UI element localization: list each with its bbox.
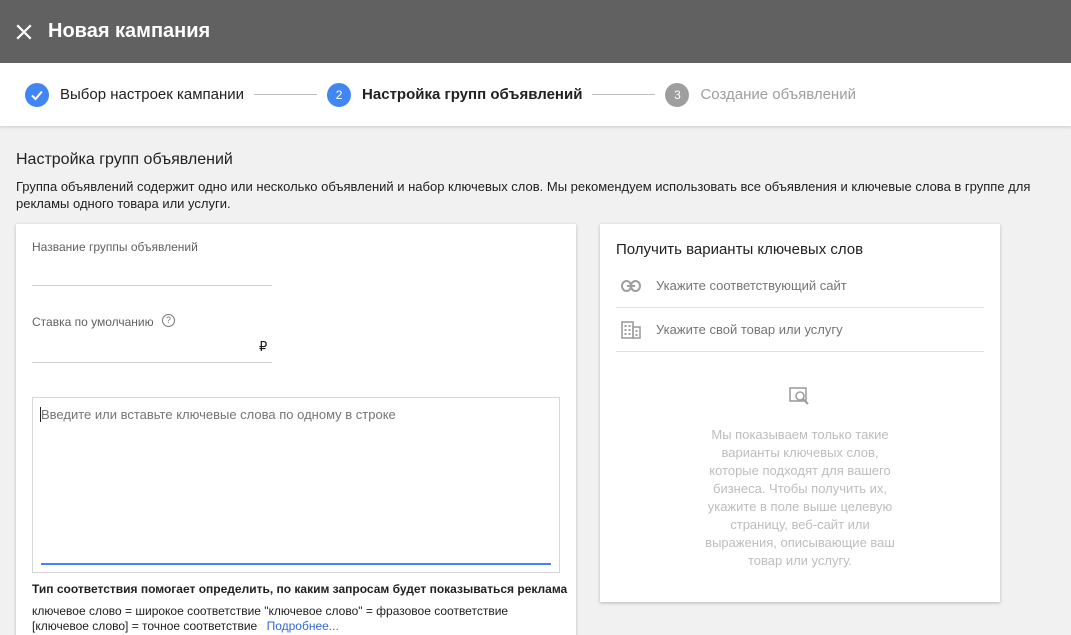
adgroup-name-underline bbox=[32, 285, 272, 286]
match-type-exact: [ключевое слово] = точное соответствие bbox=[32, 619, 258, 633]
adgroup-name-label: Название группы объявлений bbox=[32, 240, 198, 254]
adgroup-card: Название группы объявлений Ставка по умо… bbox=[16, 224, 576, 635]
site-input[interactable]: Укажите соответствующий сайт bbox=[616, 264, 984, 308]
step-adgroups[interactable]: 2 Настройка групп объявлений bbox=[327, 82, 583, 107]
step-connector bbox=[254, 94, 318, 95]
default-bid-input[interactable] bbox=[32, 336, 252, 362]
keyword-ideas-title: Получить варианты ключевых слов bbox=[616, 241, 864, 258]
default-bid-label: Ставка по умолчанию bbox=[32, 315, 154, 329]
step-campaign-settings[interactable]: Выбор настроек кампании bbox=[25, 82, 245, 107]
close-icon bbox=[16, 23, 32, 40]
page-title: Новая кампания bbox=[48, 20, 211, 42]
link-icon bbox=[620, 275, 642, 297]
step-number: 2 bbox=[327, 82, 352, 107]
match-type-title: Тип соответствия помогает определить, по… bbox=[32, 582, 568, 596]
close-button[interactable] bbox=[0, 0, 48, 63]
match-type-line: [ключевое слово] = точное соответствие П… bbox=[32, 619, 339, 633]
keyword-ideas-card: Получить варианты ключевых слов Укажите … bbox=[600, 224, 1000, 602]
keyword-ideas-empty-text: Мы показываем только такие варианты ключ… bbox=[705, 427, 895, 568]
product-input[interactable]: Укажите свой товар или услугу bbox=[616, 308, 984, 352]
check-icon bbox=[25, 82, 49, 107]
step-number: 3 bbox=[665, 82, 690, 107]
step-label: Настройка групп объявлений bbox=[362, 86, 583, 103]
keywords-textarea[interactable]: Введите или вставьте ключевые слова по о… bbox=[32, 397, 560, 573]
campaign-stepper: Выбор настроек кампании 2 Настройка груп… bbox=[0, 63, 1071, 127]
step-create-ads[interactable]: 3 Создание объявлений bbox=[665, 82, 856, 107]
building-icon bbox=[620, 319, 642, 341]
default-bid-underline bbox=[32, 362, 272, 363]
step-label: Выбор настроек кампании bbox=[60, 86, 245, 103]
site-placeholder: Укажите соответствующий сайт bbox=[656, 278, 847, 293]
learn-more-link[interactable]: Подробнее... bbox=[267, 619, 339, 633]
help-icon[interactable]: ? bbox=[162, 314, 175, 327]
section-title: Настройка групп объявлений bbox=[16, 151, 233, 168]
adgroup-name-input[interactable] bbox=[32, 260, 272, 286]
keywords-placeholder: Введите или вставьте ключевые слова по о… bbox=[41, 407, 396, 422]
product-placeholder: Укажите свой товар или услугу bbox=[656, 322, 843, 337]
search-box-icon bbox=[788, 386, 812, 413]
keywords-focus-underline bbox=[41, 563, 551, 565]
section-description: Группа объявлений содержит одно или неск… bbox=[16, 179, 1031, 211]
app-header: Новая кампания bbox=[0, 0, 1071, 63]
step-label: Создание объявлений bbox=[700, 86, 856, 103]
step-connector bbox=[592, 94, 656, 95]
currency-symbol: ₽ bbox=[259, 339, 268, 354]
match-type-line: ключевое слово = широкое соответствие "к… bbox=[32, 604, 509, 618]
